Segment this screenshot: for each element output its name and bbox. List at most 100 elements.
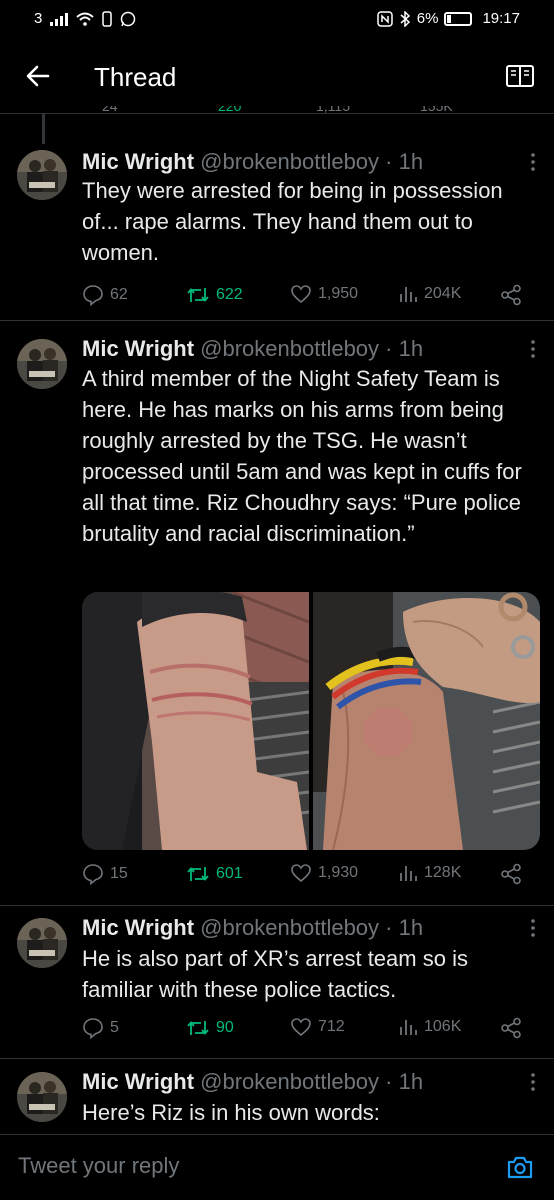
view-count: 106K [424,1018,462,1035]
author-name[interactable]: Mic Wright [82,149,194,174]
reply-input[interactable] [18,1153,448,1179]
avatar[interactable] [17,1072,67,1122]
retweet-button[interactable]: 622 [186,284,243,306]
like-button[interactable]: 1,950 [290,284,358,304]
status-bar: 3 6% 19:17 [0,0,554,38]
share-button[interactable] [500,863,522,885]
retweet-button[interactable]: 601 [186,863,243,885]
heart-icon [291,285,311,304]
bluetooth-icon [400,10,410,27]
tweet[interactable]: Mic Wright @brokenbottleboy · 1h Here’s … [0,1066,554,1134]
tweet-text: A third member of the Night Safety Team … [82,366,522,546]
previous-retweet-count: 220 [218,106,242,114]
tweet-header: Mic Wright @brokenbottleboy · 1h [82,336,423,362]
share-icon [501,863,521,885]
more-vertical-icon [531,340,535,358]
more-options-button[interactable] [530,918,536,938]
share-button[interactable] [500,284,522,306]
whatsapp-icon [121,11,136,26]
retweet-count: 622 [216,286,243,303]
views-button[interactable]: 128K [398,863,461,883]
tweet-actions: 62 622 1,950 204K [82,284,532,310]
more-options-button[interactable] [530,339,536,359]
tweet[interactable]: Mic Wright @brokenbottleboy · 1h A third… [0,333,554,906]
tweet-actions: 15 601 1,930 128K [82,863,532,889]
views-icon [400,1020,417,1035]
author-handle[interactable]: @brokenbottleboy [200,336,379,361]
more-options-button[interactable] [530,152,536,172]
tweet-header: Mic Wright @brokenbottleboy · 1h [82,1069,423,1095]
reply-button[interactable]: 62 [82,284,128,306]
carrier-label: 3 [34,10,43,27]
reply-count: 62 [110,286,128,303]
reply-button[interactable]: 5 [82,1017,119,1039]
like-count: 712 [318,1018,345,1035]
tweet[interactable]: Mic Wright @brokenbottleboy · 1h They we… [0,144,554,321]
photo-wrist-marks[interactable] [82,592,310,850]
views-icon [400,866,417,881]
nfc-icon [377,10,393,27]
more-options-button[interactable] [530,1072,536,1092]
retweet-count: 601 [216,865,243,882]
retweet-count: 90 [216,1019,234,1036]
arrow-left-icon [26,65,50,87]
view-count: 204K [424,285,462,302]
tweet-time: · 1h [385,149,424,174]
retweet-button[interactable]: 90 [186,1017,234,1039]
tweet-time: · 1h [385,915,424,940]
reply-count: 5 [110,1019,119,1036]
author-name[interactable]: Mic Wright [82,1069,194,1094]
avatar[interactable] [17,918,67,968]
previous-view-count: 155K [420,106,453,114]
author-handle[interactable]: @brokenbottleboy [200,149,379,174]
reply-icon [83,864,103,885]
author-handle[interactable]: @brokenbottleboy [200,915,379,940]
thread-connector [42,114,45,144]
photo-arm-bracelet[interactable] [313,592,540,850]
more-vertical-icon [531,1073,535,1091]
author-name[interactable]: Mic Wright [82,336,194,361]
views-icon [400,287,417,302]
like-button[interactable]: 712 [290,1017,345,1037]
avatar[interactable] [17,339,67,389]
author-handle[interactable]: @brokenbottleboy [200,1069,379,1094]
tweet-time: · 1h [385,1069,424,1094]
previous-like-count: 1,115 [316,106,350,114]
tweet-divider [0,320,554,321]
tweet-media[interactable] [82,592,540,850]
app-header: Thread [0,40,554,114]
views-button[interactable]: 204K [398,284,461,304]
like-count: 1,950 [318,285,359,302]
heart-icon [291,864,311,883]
view-count: 128K [424,864,462,881]
camera-button[interactable] [506,1153,534,1181]
tweet-divider [0,1058,554,1059]
retweet-icon [187,288,209,302]
share-icon [501,284,521,306]
reply-bar [0,1134,554,1200]
wifi-icon [76,12,95,26]
tweet-header: Mic Wright @brokenbottleboy · 1h [82,915,423,941]
share-button[interactable] [500,1017,522,1039]
share-icon [501,1017,521,1039]
like-button[interactable]: 1,930 [290,863,358,883]
previous-tweet-actions: 24 220 1,115 155K [80,106,540,118]
retweet-icon [187,1021,209,1035]
reply-button[interactable]: 15 [82,863,128,885]
tweet[interactable]: Mic Wright @brokenbottleboy · 1h He is a… [0,912,554,1059]
tweet-text: Here’s Riz is in his own words: [82,1100,380,1125]
back-button[interactable] [18,58,58,94]
views-button[interactable]: 106K [398,1017,461,1037]
avatar[interactable] [17,150,67,200]
battery-icon [444,11,473,26]
previous-reply-count: 24 [102,106,118,114]
reader-mode-button[interactable] [504,60,536,92]
phone-status-icon [102,10,113,27]
signal-icon [50,12,69,26]
like-count: 1,930 [318,864,359,881]
more-vertical-icon [531,919,535,937]
reply-icon [83,1018,103,1039]
tweet-text: They were arrested for being in possessi… [82,178,503,265]
author-name[interactable]: Mic Wright [82,915,194,940]
tweet-text: He is also part of XR’s arrest team so i… [82,946,468,1002]
